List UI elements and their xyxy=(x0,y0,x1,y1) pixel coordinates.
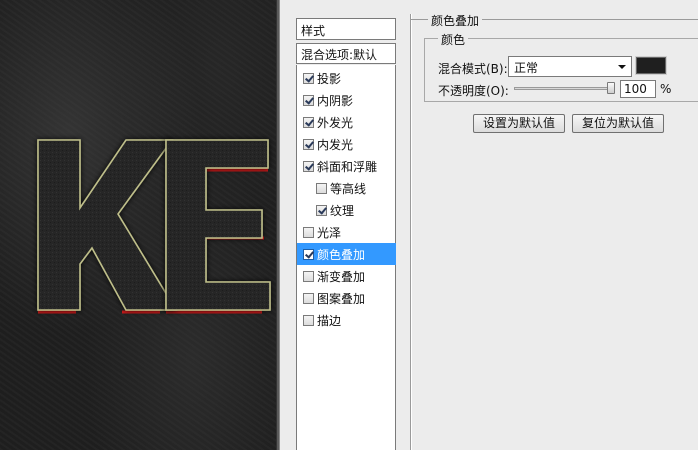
opacity-label: 不透明度(O): xyxy=(438,84,509,98)
opacity-unit: % xyxy=(660,82,672,96)
style-item-inner-glow[interactable]: 内发光 xyxy=(297,133,396,155)
stroke-checkbox[interactable] xyxy=(303,314,314,326)
style-item-satin[interactable]: 光泽 xyxy=(297,221,396,243)
blend-mode-select[interactable]: 正常 xyxy=(508,56,632,77)
style-item-inner-shadow[interactable]: 内阴影 xyxy=(297,89,396,111)
preview-text-art xyxy=(37,139,271,314)
style-item-texture[interactable]: 纹理 xyxy=(297,199,396,221)
contour-checkbox[interactable] xyxy=(316,182,327,194)
style-item-label: 内阴影 xyxy=(317,93,354,108)
style-item-label: 等高线 xyxy=(330,181,367,196)
style-item-label: 图案叠加 xyxy=(317,291,366,306)
style-item-color-overlay[interactable]: 颜色叠加 xyxy=(297,243,396,265)
style-item-label: 光泽 xyxy=(317,225,342,240)
style-item-label: 渐变叠加 xyxy=(317,269,366,284)
section-title: 颜色叠加 xyxy=(428,12,483,29)
satin-checkbox[interactable] xyxy=(303,226,314,238)
style-item-gradient-overlay[interactable]: 渐变叠加 xyxy=(297,265,396,287)
inner-glow-checkbox[interactable] xyxy=(303,138,314,150)
drop-shadow-checkbox[interactable] xyxy=(303,72,314,84)
blend-options-item[interactable]: 混合选项:默认 xyxy=(296,43,396,64)
overlay-color-swatch[interactable] xyxy=(635,56,667,75)
styles-header[interactable]: 样式 xyxy=(296,18,396,40)
inner-shadow-checkbox[interactable] xyxy=(303,94,314,106)
letter-e-shape xyxy=(165,139,271,311)
color-overlay-checkbox[interactable] xyxy=(303,248,314,260)
style-item-label: 颜色叠加 xyxy=(317,247,366,262)
style-item-contour[interactable]: 等高线 xyxy=(297,177,396,199)
gradient-overlay-checkbox[interactable] xyxy=(303,270,314,282)
style-item-label: 纹理 xyxy=(330,203,355,218)
opacity-slider-handle[interactable] xyxy=(607,82,615,94)
group-title: 颜色 xyxy=(438,31,469,48)
texture-checkbox[interactable] xyxy=(316,204,327,216)
style-item-label: 斜面和浮雕 xyxy=(317,159,378,174)
style-item-bevel-emboss[interactable]: 斜面和浮雕 xyxy=(297,155,396,177)
style-item-outer-glow[interactable]: 外发光 xyxy=(297,111,396,133)
pattern-overlay-checkbox[interactable] xyxy=(303,292,314,304)
style-item-label: 外发光 xyxy=(317,115,354,130)
canvas-preview xyxy=(0,0,276,450)
letter-k-shape xyxy=(37,139,178,311)
style-item-pattern-overlay[interactable]: 图案叠加 xyxy=(297,287,396,309)
style-item-stroke[interactable]: 描边 xyxy=(297,309,396,331)
style-item-drop-shadow[interactable]: 投影 xyxy=(297,67,396,89)
reset-default-button[interactable]: 复位为默认值 xyxy=(572,114,664,133)
style-item-label: 描边 xyxy=(317,313,342,328)
style-list: 投影 内阴影 外发光 内发光 斜面和浮雕 等高线 纹理 光泽 颜色叠加 渐变叠加… xyxy=(296,65,396,450)
style-item-label: 内发光 xyxy=(317,137,354,152)
bevel-emboss-checkbox[interactable] xyxy=(303,160,314,172)
blend-mode-label: 混合模式(B): xyxy=(438,62,508,76)
options-divider-highlight xyxy=(411,14,412,450)
blend-mode-value: 正常 xyxy=(514,61,539,75)
opacity-input[interactable]: 100 xyxy=(620,80,656,98)
style-item-label: 投影 xyxy=(317,71,342,86)
set-default-button[interactable]: 设置为默认值 xyxy=(473,114,565,133)
opacity-slider-track[interactable] xyxy=(514,87,614,90)
outer-glow-checkbox[interactable] xyxy=(303,116,314,128)
chevron-down-icon xyxy=(618,65,626,69)
